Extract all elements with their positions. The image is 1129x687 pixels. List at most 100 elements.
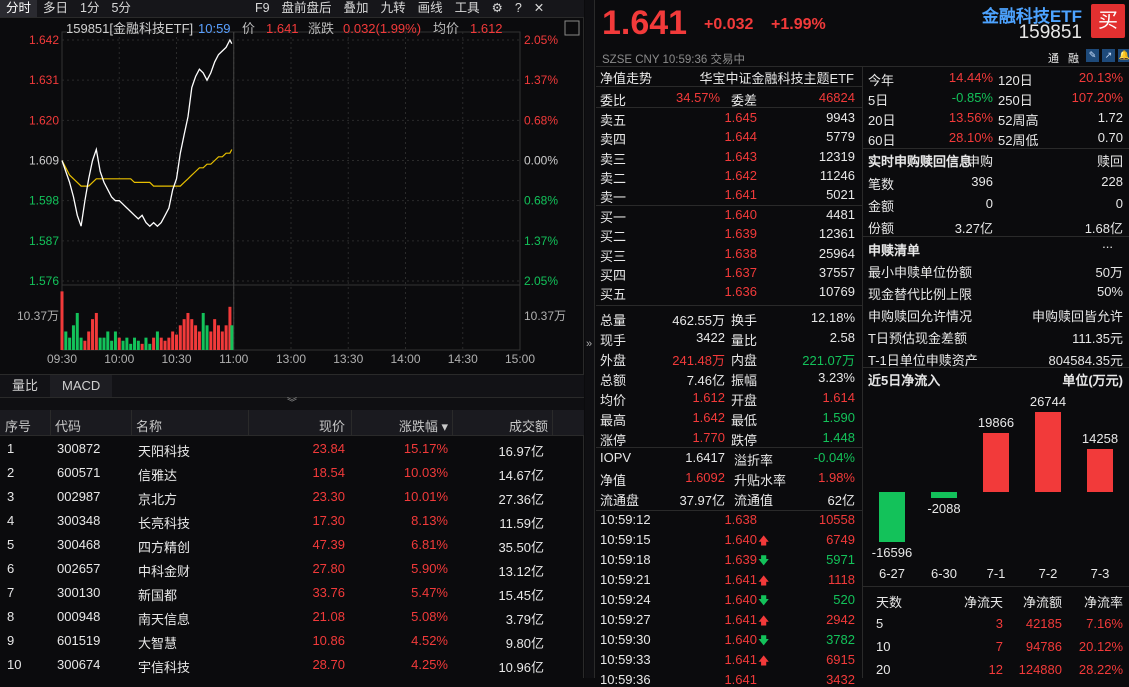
cell-序号: 9 (7, 633, 15, 648)
panel-splitter[interactable]: » (585, 0, 595, 678)
table-row[interactable]: 1 300872 天阳科技 23.84 15.17% 16.97亿 (0, 437, 584, 461)
redeem-more[interactable]: ... (1102, 236, 1113, 251)
tab-分时[interactable]: 分时 (0, 0, 38, 17)
table-row[interactable]: 8 000948 南天信息 21.08 5.08% 3.79亿 (0, 605, 584, 629)
ask-price[interactable]: 1.642 (724, 168, 757, 183)
tab-多日[interactable]: 多日 (37, 0, 74, 17)
toolbar-盘前盘后[interactable]: 盘前盘后 (276, 0, 338, 17)
toolbar-九转[interactable]: 九转 (375, 0, 412, 17)
indicator-tab-量比[interactable]: 量比 (0, 375, 50, 397)
stat-value: 1.448 (822, 430, 855, 445)
table-row[interactable]: 7 300130 新国都 33.76 5.47% 15.45亿 (0, 581, 584, 605)
cell-代码: 300130 (57, 585, 101, 600)
tab-1分[interactable]: 1分 (74, 0, 105, 17)
col-header-5[interactable]: 成交额 (509, 416, 548, 435)
pin-icon[interactable]: ↗ (1102, 49, 1115, 62)
col-header-0[interactable]: 序号 (5, 416, 31, 435)
chart-header-text: 0.032(1.99%) (343, 21, 421, 36)
volume-bar (209, 331, 213, 350)
ask-price[interactable]: 1.644 (724, 129, 757, 144)
bid-price[interactable]: 1.639 (724, 226, 757, 241)
table-row[interactable]: 2 600571 信雅达 18.54 10.03% 14.67亿 (0, 461, 584, 485)
cell-代码: 300468 (57, 537, 101, 552)
left-panel: 分时 多日 1分 5分 F9 盘前盘后 叠加 九转 画线 工具 ⚙? ✕ 1.642 2.05% 1.63… (0, 0, 584, 678)
tab-5分[interactable]: 5分 (105, 0, 136, 17)
cell-现价: 10.86 (312, 633, 345, 648)
pct-tick-label: 1.37% (524, 73, 558, 87)
chart-toolbar: 分时 多日 1分 5分 F9 盘前盘后 叠加 九转 画线 工具 ⚙? ✕ (0, 0, 584, 18)
perf-label: 今年 (868, 73, 895, 88)
window-toggle-icon (564, 20, 580, 36)
arrow-down-icon: 🡇 (758, 595, 770, 607)
divider (863, 236, 1129, 237)
ask-volume: 5021 (826, 187, 855, 203)
creation-row-v2: 1.68亿 (1084, 221, 1123, 236)
tick-volume: 10558 (818, 512, 855, 527)
table-row[interactable]: 6 002657 中科金财 27.80 5.90% 13.12亿 (0, 557, 584, 581)
pct-tick-label: 2.05% (524, 33, 558, 47)
cell-涨跌幅: 5.47% (411, 585, 448, 600)
volume-bar (220, 331, 224, 350)
table-row[interactable]: 9 601519 大智慧 10.86 4.52% 9.80亿 (0, 629, 584, 653)
ask-price[interactable]: 1.641 (724, 187, 757, 202)
col-header-1[interactable]: 代码 (55, 416, 81, 435)
table-row[interactable]: 5 300468 四方精创 47.39 6.81% 35.50亿 (0, 533, 584, 557)
bell-icon[interactable]: 🔔 (1118, 49, 1129, 62)
toolbar-叠加[interactable]: 叠加 (338, 0, 375, 17)
toolbar-画线[interactable]: 画线 (412, 0, 449, 17)
toolbar-F9[interactable]: F9 (249, 0, 276, 17)
bid-price[interactable]: 1.638 (724, 246, 757, 261)
flow-bar-value: 26744 (1029, 394, 1067, 409)
bid-price[interactable]: 1.640 (724, 207, 757, 222)
buy-button[interactable]: 买 (1091, 4, 1125, 38)
cell-涨跌幅: 10.01% (403, 489, 448, 504)
cell-代码: 601519 (57, 633, 101, 648)
flow-bar (983, 432, 1009, 492)
chart-header-text: 涨跌 (308, 21, 334, 36)
tick-time: 10:59:30 (600, 632, 651, 647)
x-tick-label: 13:30 (333, 352, 363, 366)
perf-value: 13.56% (948, 110, 993, 125)
last-price: 1.641 (602, 4, 688, 42)
bid-price[interactable]: 1.637 (724, 265, 757, 280)
chart-header-text: 1.641 (266, 21, 299, 36)
perf-label: 52周低 (998, 133, 1039, 148)
ask-price[interactable]: 1.645 (724, 110, 757, 125)
stat-value: 241.48万 (672, 353, 725, 368)
table-row[interactable]: 3 002987 京北方 23.30 10.01% 27.36亿 (0, 485, 584, 509)
col-header-3[interactable]: 现价 (319, 416, 345, 435)
tick-time: 10:59:36 (600, 672, 651, 687)
cell-现价: 17.30 (312, 513, 345, 528)
intraday-chart[interactable]: 1.642 2.05% 1.631 1.37% 1.620 0.68% 1.609 0.00%… (0, 18, 584, 373)
stat-label: 总量 (600, 313, 627, 328)
col-header-4[interactable]: 涨跌幅 ▾ (399, 416, 448, 435)
bid-label: 买二 (600, 229, 627, 245)
toolbar-工具[interactable]: 工具 (449, 0, 486, 17)
cell-涨跌幅: 8.13% (411, 513, 448, 528)
bid-price[interactable]: 1.636 (724, 284, 757, 299)
nav-label[interactable]: 净值走势 (600, 68, 652, 87)
volume-bar (140, 343, 144, 350)
indicator-tab-MACD[interactable]: MACD (50, 375, 113, 397)
close-icon[interactable]: ✕ (528, 0, 550, 17)
stat-value: 1.590 (822, 410, 855, 425)
flow-bar-value: 14258 (1081, 431, 1119, 447)
volume-bar (178, 325, 182, 350)
edit-icon[interactable]: ✎ (1086, 49, 1099, 62)
expand-chevron-icon[interactable]: » (586, 338, 592, 350)
stat-value: 7.46亿 (686, 373, 725, 388)
tick-volume: 6749 (826, 532, 855, 547)
tick-price: 1.640 (724, 532, 757, 547)
volume-bar (194, 325, 198, 350)
gear-icon[interactable]: ⚙ (486, 0, 509, 17)
perf-value: 28.10% (948, 130, 993, 145)
table-row[interactable]: 10 300674 宇信科技 28.70 4.25% 10.96亿 (0, 653, 584, 677)
cell-现价: 47.39 (312, 537, 345, 552)
help-icon[interactable]: ? (509, 0, 528, 17)
perf-value: 0.70 (1097, 130, 1123, 145)
ask-price[interactable]: 1.643 (724, 149, 757, 164)
col-header-2[interactable]: 名称 (136, 416, 162, 435)
table-row[interactable]: 4 300348 长亮科技 17.30 8.13% 11.59亿 (0, 509, 584, 533)
collapse-chevron-icon[interactable]: ︾ (0, 398, 584, 410)
stat-label: 外盘 (600, 353, 627, 368)
